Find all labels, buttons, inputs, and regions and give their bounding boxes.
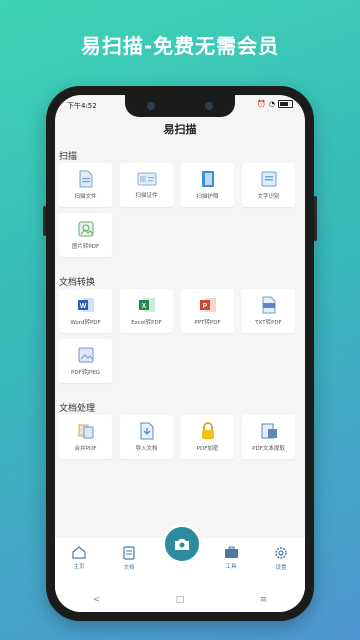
txt-to-pdf-button[interactable]: TXT转PDF [242, 289, 295, 333]
system-nav-bar: < □ ≡ [55, 588, 305, 612]
section-title-scan: 扫描 [59, 152, 78, 162]
card-label: 扫描护照 [196, 194, 219, 200]
phone-frame: 下午4:52 ⏰ ◔ 易扫描 扫描 扫描文件 扫描证件 扫描护照 文字识别 图片… [43, 86, 317, 621]
notch [125, 95, 235, 117]
document-icon [123, 546, 135, 560]
tab-home[interactable]: 主页 [59, 546, 99, 570]
camera-icon [175, 539, 189, 550]
battery-icon [278, 100, 293, 108]
merge-pdf-button[interactable]: 合并PDF [59, 415, 112, 459]
camera-scan-button[interactable] [162, 524, 202, 564]
card-label: PDF加密 [196, 446, 219, 452]
word-to-pdf-button[interactable]: W Word转PDF [59, 289, 112, 333]
alarm-icon: ⏰ [257, 100, 266, 108]
status-icons: ⏰ ◔ [257, 100, 293, 108]
image-to-pdf-button[interactable]: 图片转PDF [59, 213, 112, 257]
section-title-convert: 文档转换 [59, 278, 96, 288]
back-button[interactable]: < [93, 595, 101, 605]
ppt-icon: P [199, 298, 216, 312]
card-label: 文字识别 [257, 194, 280, 200]
import-document-button[interactable]: 导入文档 [120, 415, 173, 459]
pdf-text-extract-button[interactable]: PDF文本提取 [242, 415, 295, 459]
card-label: 导入文档 [135, 446, 158, 452]
text-recognition-button[interactable]: 文字识别 [242, 163, 295, 207]
txt-file-icon [262, 296, 275, 314]
passport-icon [201, 171, 214, 187]
app-title: 易扫描 [163, 123, 197, 136]
card-label: 图片转PDF [71, 244, 100, 250]
tab-settings[interactable]: 设置 [261, 546, 301, 571]
sensor-icon [205, 102, 213, 110]
ocr-icon [261, 171, 276, 187]
tab-label: 设置 [275, 565, 287, 571]
svg-text:W: W [79, 303, 86, 310]
card-label: 扫描文件 [74, 194, 97, 200]
scan-file-button[interactable]: 扫描文件 [59, 163, 112, 207]
pdf-encrypt-button[interactable]: PDF加密 [181, 415, 234, 459]
tab-documents[interactable]: 文档 [109, 546, 149, 571]
status-time: 下午4:52 [67, 102, 97, 110]
document-icon [79, 170, 92, 188]
jpeg-icon [78, 347, 93, 363]
pdf-to-jpeg-button[interactable]: PDF转JPEG [59, 339, 112, 383]
camera-icon [147, 102, 155, 110]
home-button[interactable]: □ [176, 595, 185, 605]
headline: 易扫描-免费无需会员 [80, 34, 280, 58]
toolbox-icon [224, 546, 238, 558]
scan-passport-button[interactable]: 扫描护照 [181, 163, 234, 207]
word-icon: W [77, 298, 94, 312]
card-label: TXT转PDF [255, 320, 282, 326]
card-label: 扫描证件 [135, 193, 158, 199]
svg-text:P: P [202, 303, 207, 310]
lock-icon [201, 422, 214, 439]
svg-text:X: X [141, 303, 146, 310]
card-label: PDF文本提取 [252, 446, 285, 452]
gear-icon [275, 547, 287, 559]
tab-label: 工具 [225, 564, 237, 570]
home-icon [72, 546, 86, 559]
card-label: PDF转JPEG [71, 370, 100, 376]
menu-button[interactable]: ≡ [260, 595, 268, 605]
card-label: Word转PDF [70, 320, 101, 326]
image-icon [78, 221, 93, 237]
tab-label: 主页 [73, 564, 85, 570]
section-title-process: 文档处理 [59, 404, 96, 414]
ppt-to-pdf-button[interactable]: P PPT转PDF [181, 289, 234, 333]
extract-icon [261, 423, 277, 439]
excel-icon: X [138, 298, 155, 312]
bottom-tab-bar: 主页 文档 工具 设置 [55, 524, 305, 588]
id-card-icon [137, 172, 156, 186]
merge-icon [78, 424, 93, 439]
card-label: 合并PDF [74, 446, 97, 452]
import-icon [140, 422, 153, 440]
phone-screen: 下午4:52 ⏰ ◔ 易扫描 扫描 扫描文件 扫描证件 扫描护照 文字识别 图片… [55, 95, 305, 612]
card-label: PPT转PDF [194, 320, 221, 326]
excel-to-pdf-button[interactable]: X Excel转PDF [120, 289, 173, 333]
tab-label: 文档 [123, 565, 135, 571]
card-label: Excel转PDF [131, 320, 162, 326]
tab-tools[interactable]: 工具 [211, 546, 251, 570]
scan-id-button[interactable]: 扫描证件 [120, 163, 173, 207]
wifi-icon: ◔ [268, 100, 275, 108]
